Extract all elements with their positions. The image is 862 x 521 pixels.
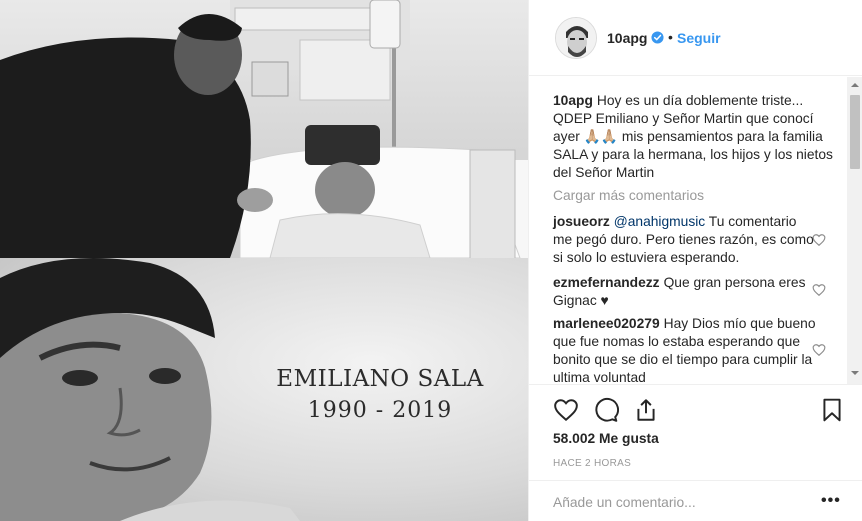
caption-username[interactable]: 10apg: [553, 93, 593, 108]
follow-button[interactable]: Seguir: [677, 30, 721, 46]
scroll-down-arrow-icon[interactable]: [847, 367, 862, 379]
share-icon[interactable]: [633, 397, 659, 423]
separator-dot: •: [668, 29, 673, 45]
caption: 10apg Hoy es un día doblemente triste... …: [553, 92, 843, 182]
post-media[interactable]: EMILIANO SALA 1990 - 2019: [0, 0, 528, 521]
header-username[interactable]: 10apg: [607, 30, 647, 46]
avatar[interactable]: [555, 17, 597, 59]
comment-username[interactable]: marlenee020279: [553, 316, 660, 331]
load-more-comments-button[interactable]: Cargar más comentarios: [553, 188, 704, 203]
comment-username[interactable]: josueorz: [553, 214, 610, 229]
comment-item: josueorz @anahigmusic Tu comentario me pe…: [553, 213, 819, 267]
scroll-up-arrow-icon[interactable]: [847, 79, 862, 91]
comments-scrollbar[interactable]: [847, 77, 862, 385]
post-side-panel: 10apg • Seguir 10apg Hoy es un día doblem…: [528, 0, 862, 521]
memorial-years: 1990 - 2019: [307, 398, 453, 423]
bookmark-icon[interactable]: [819, 397, 845, 423]
caption-text: Hoy es un día doblemente triste... QDEP …: [553, 93, 833, 180]
comment-bubble-icon[interactable]: [593, 397, 619, 423]
memorial-name: EMILIANO SALA: [276, 366, 484, 392]
heart-icon[interactable]: [553, 397, 579, 423]
comment-like-heart-icon[interactable]: [812, 283, 826, 297]
avatar-image: [556, 18, 596, 58]
likes-count[interactable]: 58.002 Me gusta: [553, 431, 659, 446]
comment-input[interactable]: [553, 492, 803, 512]
post-timestamp[interactable]: HACE 2 HORAS: [553, 458, 631, 469]
comment-username[interactable]: ezmefernandezz: [553, 275, 660, 290]
hospital-photo-illustration: [0, 0, 528, 258]
scrollbar-thumb[interactable]: [850, 95, 860, 169]
hospital-photo: [0, 0, 528, 258]
portrait-photo: EMILIANO SALA 1990 - 2019: [0, 258, 528, 521]
more-options-button[interactable]: •••: [821, 492, 841, 510]
post-header: 10apg • Seguir: [529, 0, 862, 76]
verified-badge-icon: [651, 31, 664, 44]
add-comment-bar: •••: [529, 480, 862, 521]
comments-list[interactable]: 10apg Hoy es un día doblemente triste... …: [529, 77, 862, 383]
comment-mention[interactable]: @anahigmusic: [614, 214, 705, 229]
comment-item: marlenee020279 Hay Dios mío que bueno que…: [553, 315, 819, 383]
comment-item: ezmefernandezz Que gran persona eres Gign…: [553, 274, 819, 310]
comment-like-heart-icon[interactable]: [812, 343, 826, 357]
comment-like-heart-icon[interactable]: [812, 233, 826, 247]
